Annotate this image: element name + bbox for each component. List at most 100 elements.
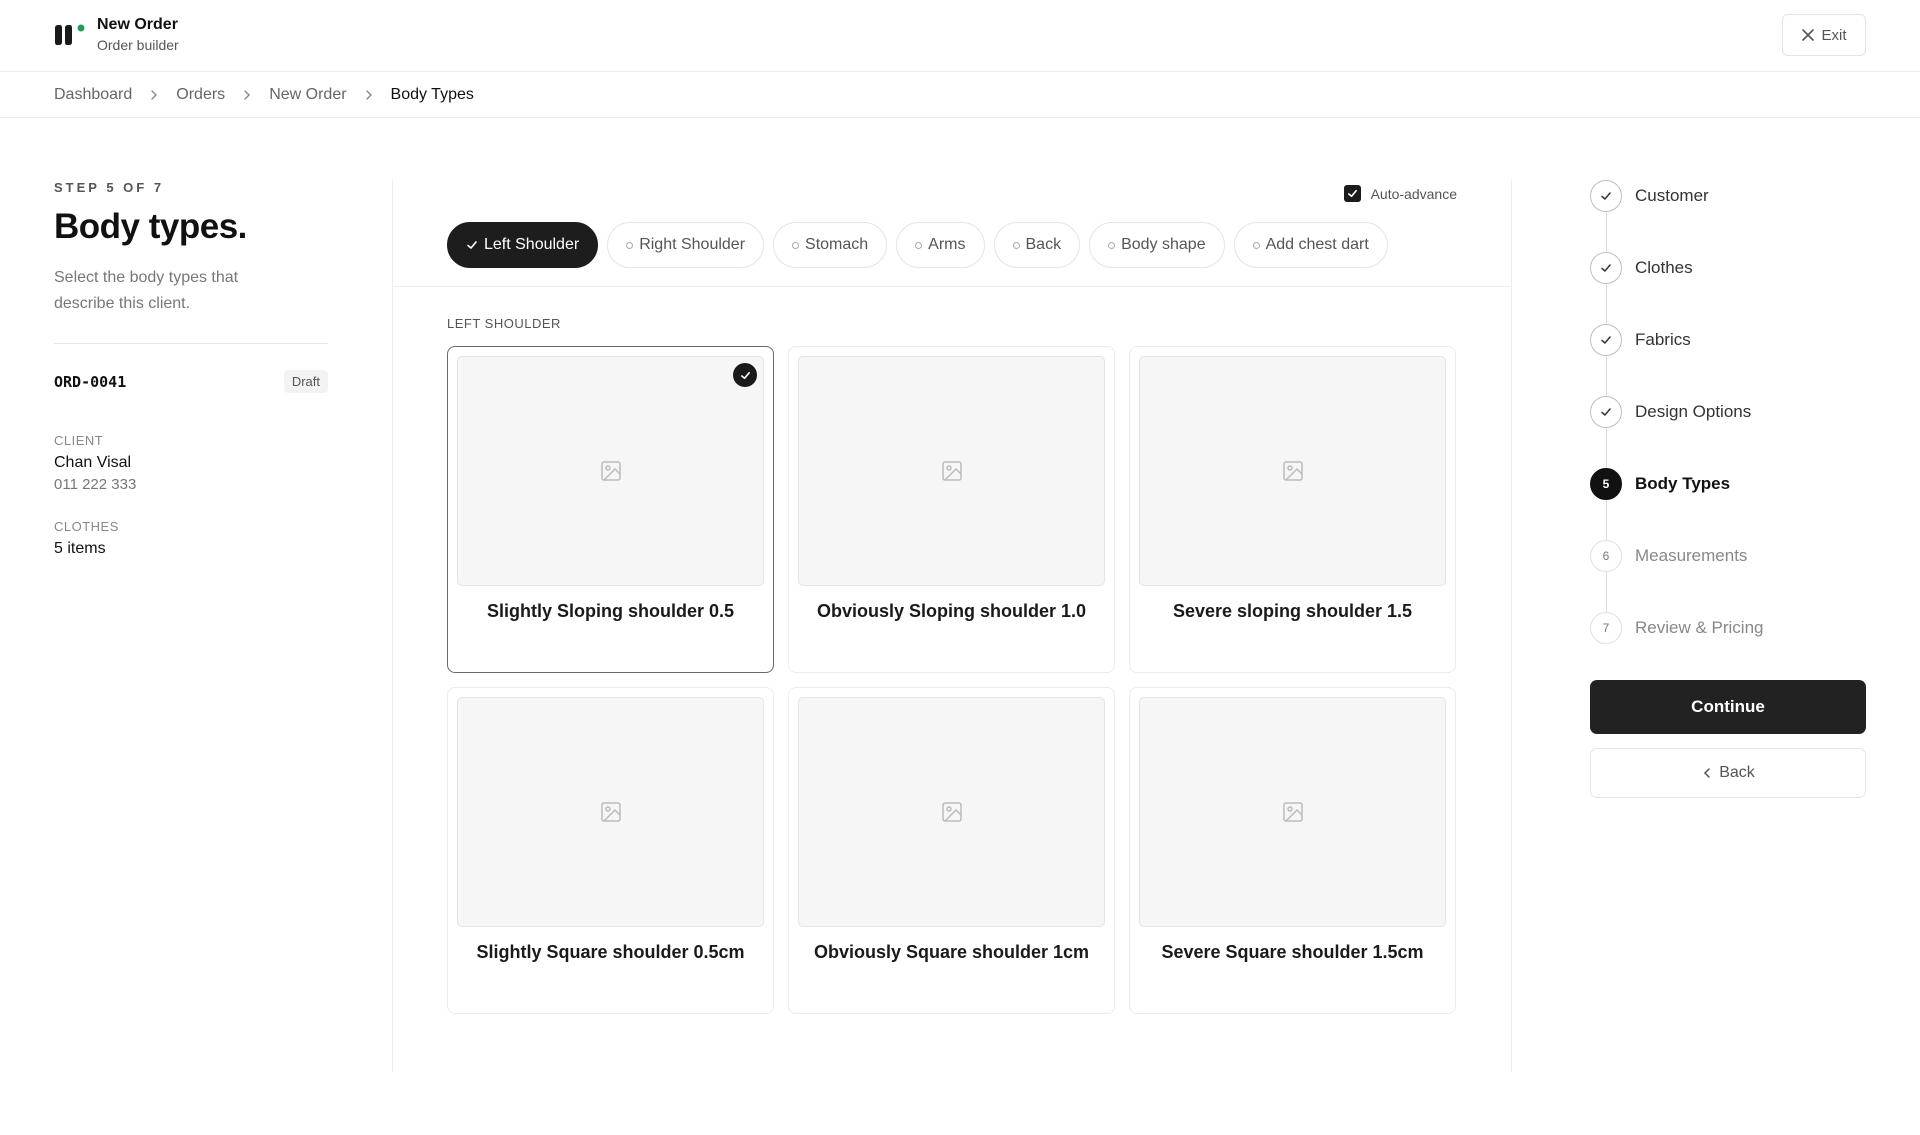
order-summary-panel: STEP 5 OF 7 Body types. Select the body … [54,180,328,558]
status-dot-icon [626,241,634,249]
chevron-right-icon [241,89,253,101]
step-connector [1606,356,1607,396]
image-placeholder [1139,356,1446,586]
step-number: 5 [1590,468,1622,500]
option-card-slightly-square[interactable]: Slightly Square shoulder 0.5cm [447,687,774,1014]
status-dot-icon [1108,241,1116,249]
image-placeholder [798,697,1105,927]
step-customer[interactable]: Customer [1590,180,1709,212]
status-dot-icon [1012,241,1020,249]
step-label: Customer [1635,186,1709,205]
checkbox-checked-icon[interactable] [1343,185,1361,202]
status-dot-icon [915,241,923,249]
image-placeholder [1139,697,1446,927]
tab-right-shoulder[interactable]: Right Shoulder [607,222,765,268]
image-placeholder [798,356,1105,586]
order-id: ORD-0041 [54,372,127,391]
check-icon [1590,324,1622,356]
brand-logo-icon [55,24,85,45]
tab-label: Add chest dart [1265,236,1369,253]
tab-label: Back [1025,236,1062,253]
tab-stomach[interactable]: Stomach [773,222,888,268]
step-measurements: 6 Measurements [1590,540,1747,572]
option-grid: Slightly Sloping shoulder 0.5 Obviously … [447,346,1456,1014]
tab-label: Stomach [805,236,869,253]
continue-button[interactable]: Continue [1590,680,1866,734]
step-connector [1606,284,1607,324]
breadcrumb-orders[interactable]: Orders [176,86,225,104]
option-label: Slightly Sloping shoulder 0.5 [486,601,735,621]
step-connector [1606,428,1607,468]
app-header: New Order Order builder Exit [0,0,1920,72]
check-icon [467,241,477,249]
tab-body-shape[interactable]: Body shape [1089,222,1225,268]
divider [393,286,1512,287]
image-icon [941,802,962,822]
clothes-label: CLOTHES [54,519,119,534]
image-placeholder [457,356,764,586]
client-name: Chan Visal [54,454,132,471]
chevron-right-icon [148,89,160,101]
option-label: Severe sloping shoulder 1.5 [1172,601,1413,621]
auto-advance-toggle[interactable]: Auto-advance [1343,185,1457,202]
back-button[interactable]: Back [1590,748,1866,798]
image-placeholder [457,697,764,927]
exit-label: Exit [1821,26,1847,44]
client-label: CLIENT [54,433,104,448]
page-description: Select the body types that describe this… [54,269,239,312]
client-phone: 011 222 333 [54,476,137,493]
section-label: LEFT SHOULDER [447,316,561,331]
option-label: Obviously Square shoulder 1cm [813,942,1090,962]
option-card-obviously-sloping[interactable]: Obviously Sloping shoulder 1.0 [788,346,1115,673]
step-indicator: STEP 5 OF 7 [54,180,165,195]
divider [54,343,328,344]
option-card-severe-square[interactable]: Severe Square shoulder 1.5cm [1129,687,1456,1014]
status-dot-icon [1252,241,1260,249]
app-title: New Order [97,16,178,33]
option-label: Severe Square shoulder 1.5cm [1161,942,1424,962]
tab-left-shoulder[interactable]: Left Shoulder [447,222,599,268]
image-icon [1282,461,1303,481]
tab-label: Arms [928,236,966,253]
image-icon [600,802,621,822]
close-icon [1802,29,1815,41]
step-body-types: 5 Body Types [1590,468,1730,500]
exit-button[interactable]: Exit [1782,14,1866,56]
back-label: Back [1719,764,1755,781]
option-card-obviously-square[interactable]: Obviously Square shoulder 1cm [788,687,1115,1014]
breadcrumb-dashboard[interactable]: Dashboard [54,86,132,104]
breadcrumb-body-types: Body Types [390,85,474,103]
check-icon [1590,396,1622,428]
tab-arms[interactable]: Arms [896,222,985,268]
option-card-slightly-sloping[interactable]: Slightly Sloping shoulder 0.5 [447,346,774,673]
step-label: Measurements [1635,546,1748,565]
step-fabrics[interactable]: Fabrics [1590,324,1691,356]
step-label: Clothes [1635,258,1693,277]
option-label: Obviously Sloping shoulder 1.0 [816,601,1087,621]
image-icon [1282,802,1303,822]
clothes-count: 5 items [54,540,106,557]
step-connector [1606,572,1607,612]
step-label: Review & Pricing [1635,618,1764,637]
step-design-options[interactable]: Design Options [1590,396,1751,428]
step-number: 7 [1590,612,1622,644]
step-clothes[interactable]: Clothes [1590,252,1693,284]
selected-check-icon [733,363,757,387]
breadcrumb-new-order[interactable]: New Order [269,86,346,104]
tab-add-chest-dart[interactable]: Add chest dart [1233,222,1388,268]
check-icon [1590,180,1622,212]
tab-back[interactable]: Back [993,222,1081,268]
tab-label: Right Shoulder [639,236,746,253]
body-type-selector: Auto-advance Left Shoulder Right Shoulde… [392,180,1512,1072]
step-label: Body Types [1635,474,1731,493]
image-icon [941,461,962,481]
chevron-right-icon [363,89,375,101]
step-number: 6 [1590,540,1622,572]
body-area-tabs: Left Shoulder Right Shoulder Stomach Arm… [447,222,1388,268]
auto-advance-label: Auto-advance [1370,185,1457,202]
step-review-pricing: 7 Review & Pricing [1590,612,1764,644]
option-card-severe-sloping[interactable]: Severe sloping shoulder 1.5 [1129,346,1456,673]
chevron-left-icon [1704,768,1710,778]
tab-label: Left Shoulder [484,236,580,253]
step-connector [1606,212,1607,252]
